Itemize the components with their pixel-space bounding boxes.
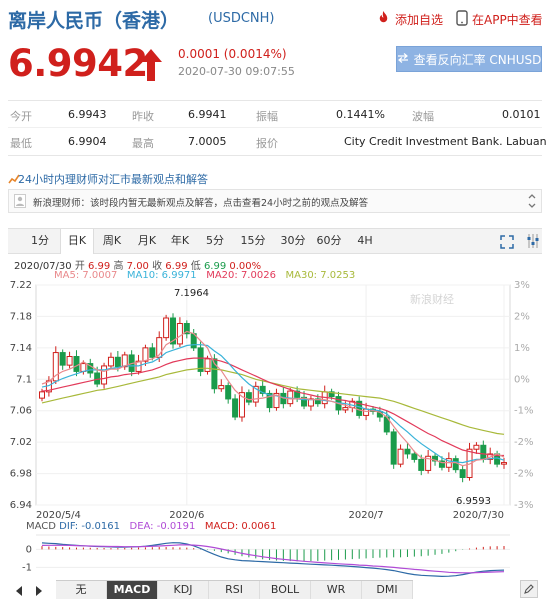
y-tick-label: 7.22 [10, 280, 32, 291]
candle-body [473, 444, 480, 450]
candle-body [218, 385, 225, 390]
ma5-line [41, 330, 505, 467]
macd-value: MACD: 0.0061 [204, 521, 277, 532]
macd-dif: DIF: -0.0161 [59, 521, 120, 532]
macd-info: MACD DIF: -0.0161 DEA: -0.0191 MACD: 0.0… [26, 521, 276, 532]
candle-body [342, 407, 349, 411]
ma30-line [41, 367, 505, 435]
candle-body [149, 347, 156, 358]
candle-body [404, 448, 411, 455]
y-right-tick-label: 2% [514, 311, 530, 322]
y-tick-label: 6.94 [10, 500, 32, 511]
candle-body [80, 363, 87, 372]
candle-body [114, 356, 121, 368]
scroll-right-icon[interactable] [34, 582, 44, 601]
x-tick-label: 2020/5/4 [36, 510, 81, 521]
macd-dea: DEA: -0.0191 [129, 521, 196, 532]
y-right-tick-label: 0% [514, 374, 530, 385]
y-tick-label: 7.18 [10, 311, 32, 322]
indicator-tab-boll[interactable]: BOLL [260, 581, 311, 599]
ma20-line [41, 357, 504, 457]
y-right-tick-label: -2% [514, 469, 533, 480]
indicator-tab-rsi[interactable]: RSI [209, 581, 260, 599]
y-right-tick-label: -1% [514, 406, 533, 417]
y-tick-label: 7.1 [16, 374, 32, 385]
kline-chart[interactable]: 7.22 7.18 7.14 7.1 7.06 7.02 6.98 6.94 3% 2% 1% 0% -… [0, 0, 550, 603]
candle-body [225, 385, 232, 400]
indicator-tab-wr[interactable]: WR [311, 581, 362, 599]
macd-label: MACD [26, 521, 56, 532]
indicator-tab-macd[interactable]: MACD [107, 581, 158, 599]
y-tick-label: 7.02 [10, 437, 32, 448]
candle-body [232, 398, 239, 418]
candle-body [459, 469, 466, 478]
max-annotation: 7.1964 [174, 288, 209, 299]
y-tick-label: 6.98 [10, 469, 32, 480]
candle-body [397, 448, 404, 465]
min-annotation: 6.9593 [456, 496, 491, 507]
x-tick-label: 2020/7 [348, 510, 383, 521]
candle-body [163, 317, 170, 339]
indicator-tabs: 无 MACD KDJ RSI BOLL WR DMI [56, 580, 413, 599]
candle-body [480, 444, 487, 460]
scroll-left-icon[interactable] [14, 582, 24, 601]
macd-y-tick-label: 0 [26, 544, 32, 555]
candle-body [452, 458, 459, 471]
candle-body [59, 352, 66, 366]
candle-body [176, 323, 183, 345]
macd-y-tick-label: -1 [22, 562, 32, 573]
candle-body [501, 462, 507, 465]
y-tick-label: 7.06 [10, 406, 32, 417]
y-tick-label: 7.14 [10, 343, 32, 354]
x-tick-label: 2020/7/30 [453, 510, 504, 521]
y-right-tick-label: 1% [514, 343, 530, 354]
candle-body [142, 347, 149, 362]
watermark: 新浪财经 [410, 292, 454, 306]
candle-body [101, 365, 108, 385]
candle-body [390, 431, 397, 465]
candle-body [363, 408, 370, 416]
indicator-tab-dmi[interactable]: DMI [362, 581, 413, 599]
candle-body [245, 392, 252, 403]
candle-body [39, 391, 45, 399]
candle-body [66, 356, 73, 366]
candle-body [418, 458, 425, 471]
y-right-tick-label: -2% [514, 437, 533, 448]
y-right-tick-label: 3% [514, 280, 530, 291]
candle-body [73, 356, 80, 372]
x-tick-label: 2020/6 [169, 510, 204, 521]
candle-body [411, 453, 418, 460]
indicator-tab-kdj[interactable]: KDJ [158, 581, 209, 599]
candle-body [204, 358, 211, 372]
edit-icon[interactable] [520, 580, 538, 602]
candle-body [107, 356, 114, 367]
y-right-tick-label: -3% [514, 500, 533, 511]
indicator-tab-none[interactable]: 无 [56, 581, 107, 599]
